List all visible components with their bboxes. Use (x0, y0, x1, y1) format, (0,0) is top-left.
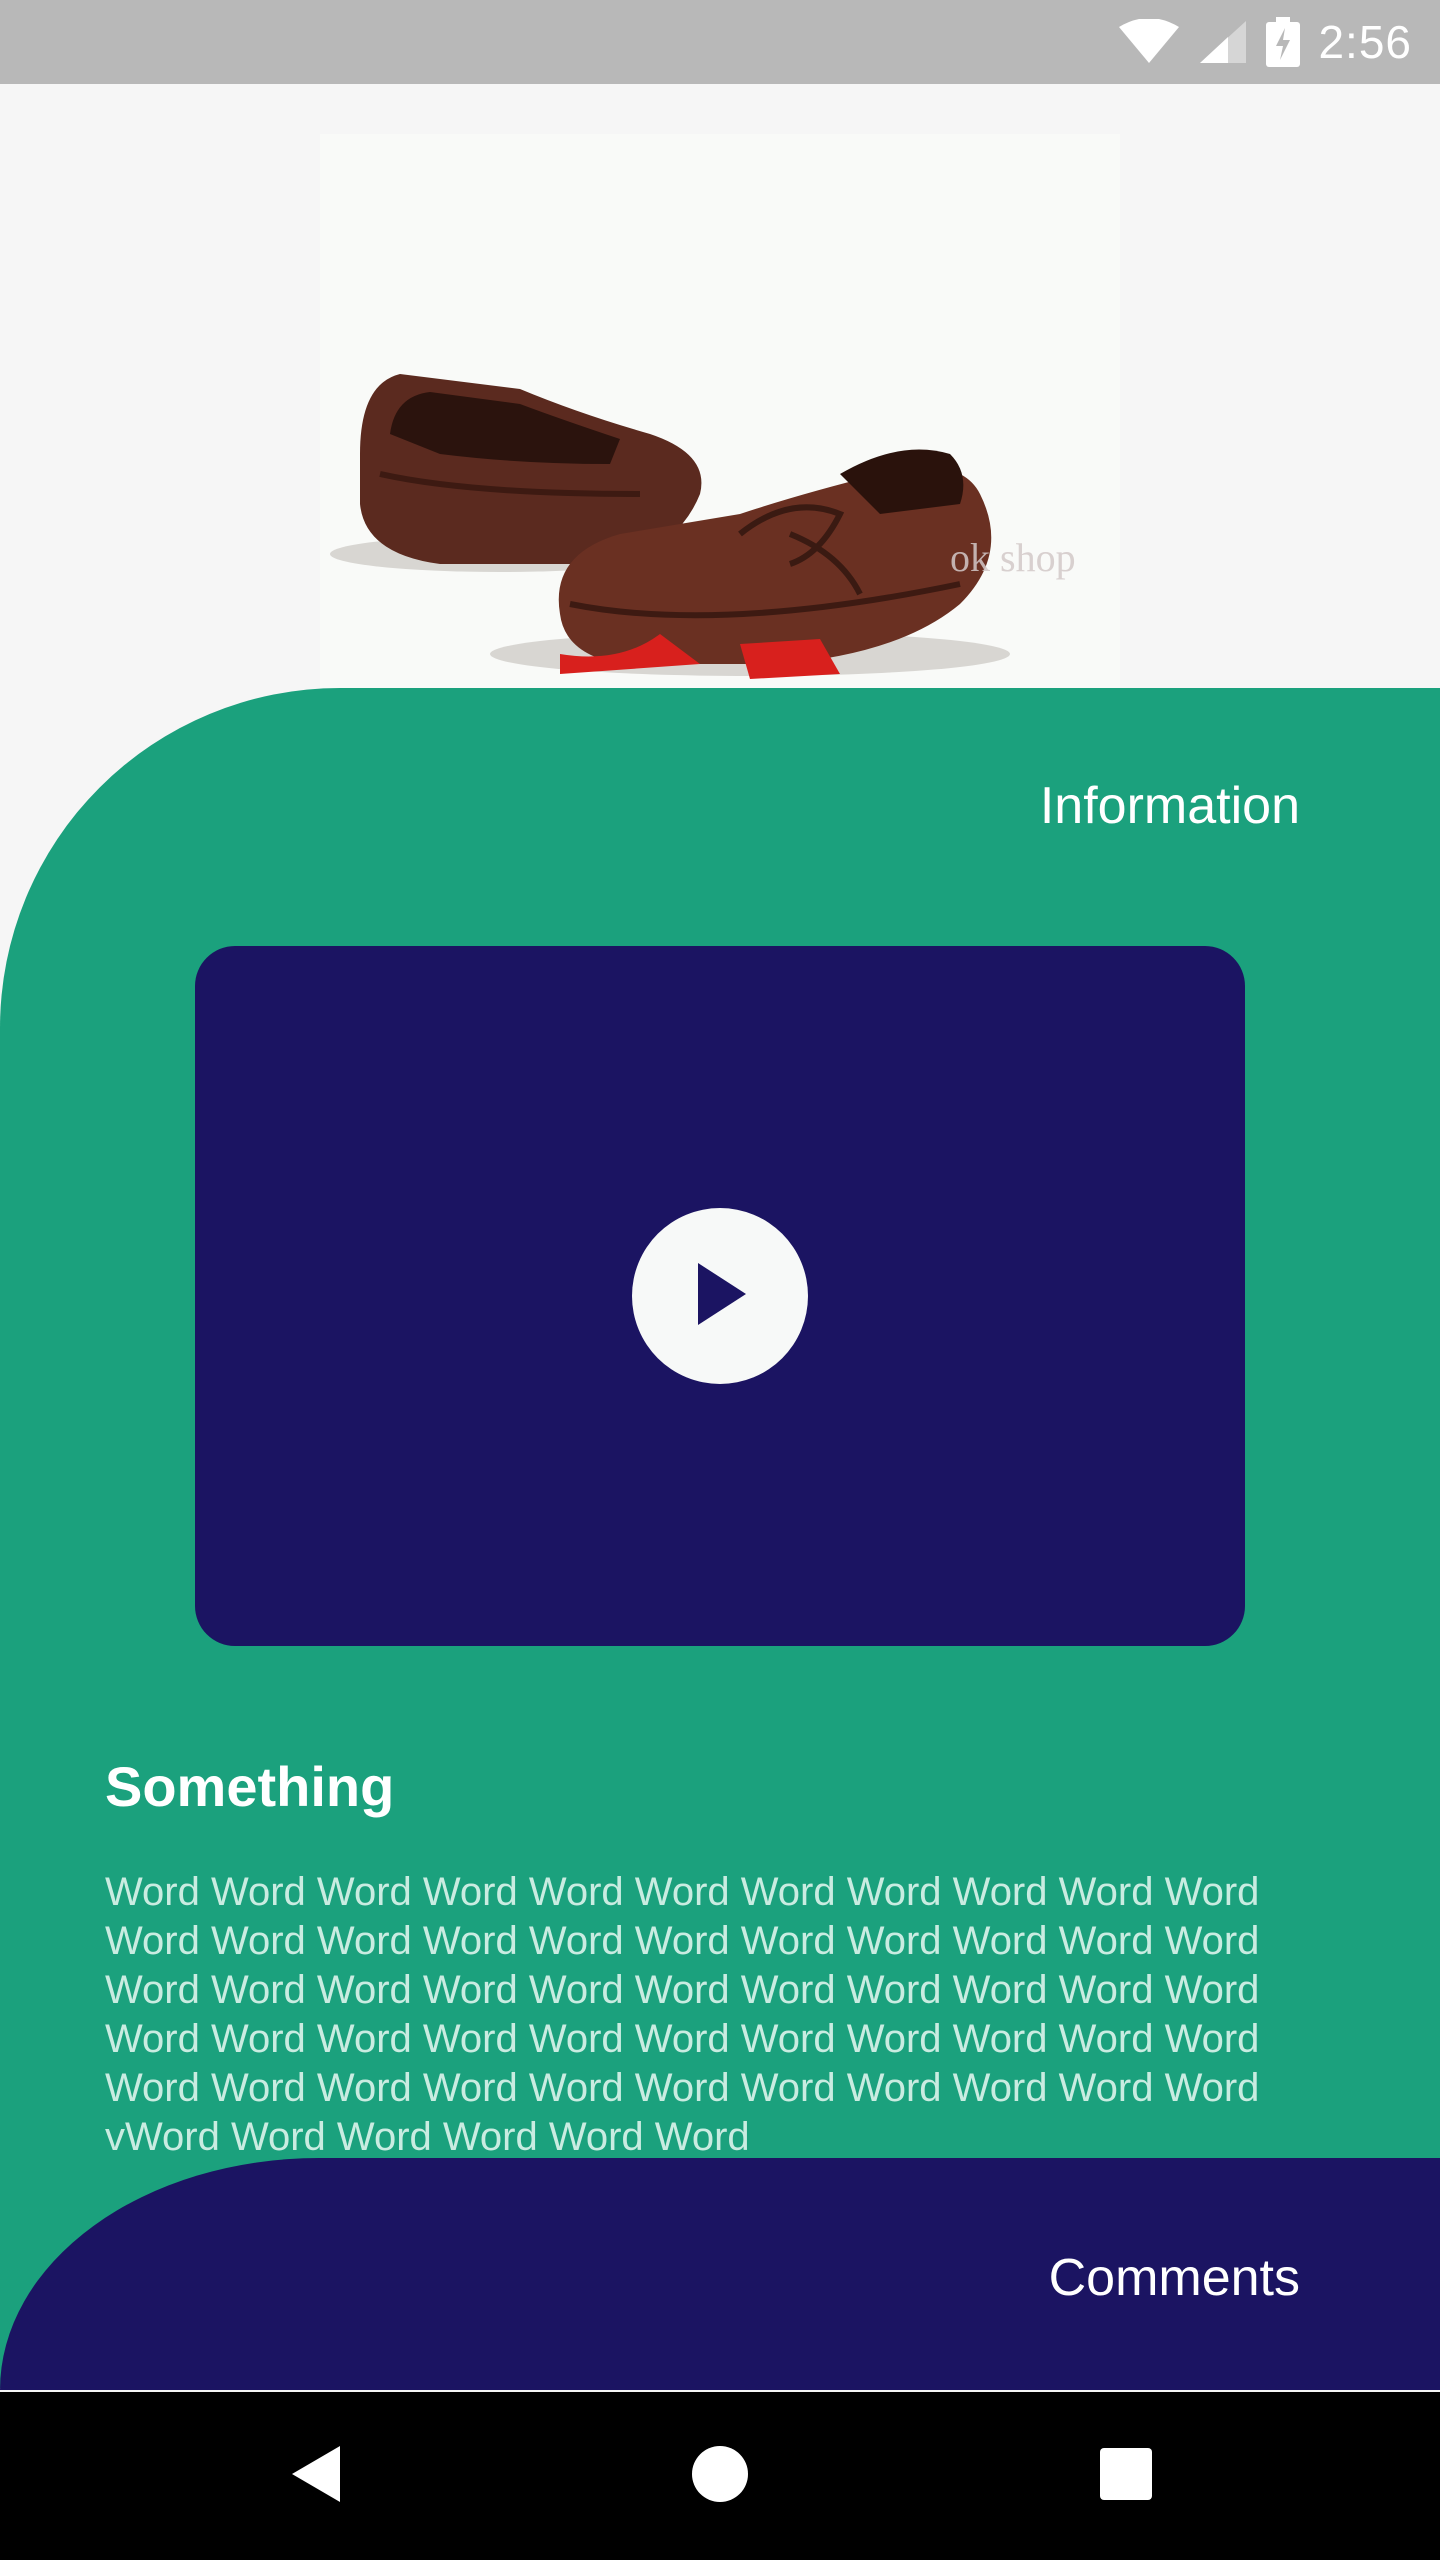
home-button[interactable] (690, 2442, 750, 2511)
product-image: ok shop (320, 134, 1120, 688)
play-icon (690, 1259, 750, 1334)
wifi-icon (1118, 19, 1180, 65)
video-player[interactable] (195, 946, 1245, 1646)
signal-icon (1198, 19, 1248, 65)
home-icon (690, 2446, 750, 2510)
back-icon (288, 2446, 344, 2510)
recents-icon (1098, 2448, 1154, 2510)
section-body-text: Word Word Word Word Word Word Word Word … (105, 1870, 1260, 2159)
navigation-bar (0, 2392, 1440, 2560)
battery-charging-icon (1266, 17, 1301, 67)
comments-panel: Comments (0, 2158, 1440, 2390)
image-watermark: ok shop (950, 535, 1076, 580)
hero-section: ok shop (0, 84, 1440, 688)
recents-button[interactable] (1098, 2442, 1154, 2511)
comments-title[interactable]: Comments (1049, 2248, 1300, 2308)
section-title: Something (105, 1755, 395, 1818)
play-button[interactable] (632, 1208, 808, 1384)
status-icons: 2:56 (1118, 0, 1412, 84)
back-button[interactable] (288, 2442, 344, 2511)
status-bar: 2:56 (0, 0, 1440, 84)
status-time: 2:56 (1318, 16, 1412, 68)
information-panel: Information Something Word Word Word Wor… (0, 688, 1440, 2388)
information-title[interactable]: Information (1040, 776, 1300, 836)
